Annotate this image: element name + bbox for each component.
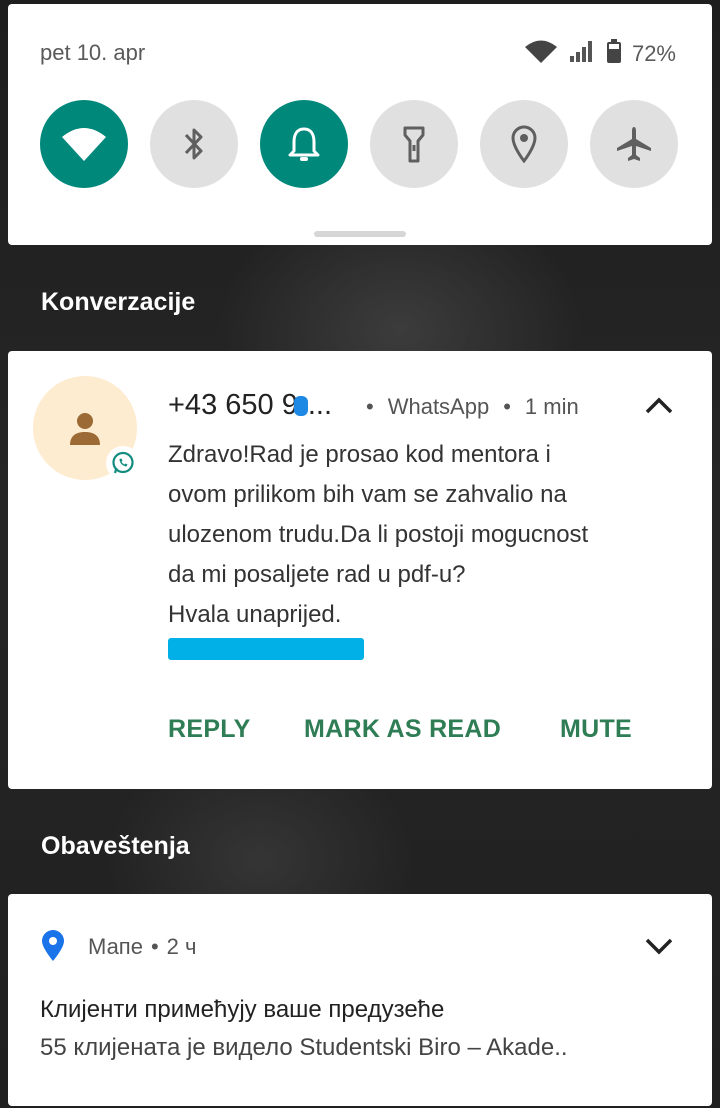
flashlight-icon: [403, 126, 425, 163]
cell-signal-icon: [568, 38, 596, 70]
notification-header: Мапе • 2 ч: [88, 934, 196, 960]
notification-text: 55 клијената је видело Studentski Biro –…: [40, 1034, 568, 1061]
date-label: pet 10. apr: [40, 40, 146, 65]
status-icons: × 72%: [524, 38, 676, 70]
expand-handle[interactable]: [314, 231, 406, 237]
timestamp: 1 min: [524, 394, 579, 419]
whatsapp-conversation-notification[interactable]: +43 650 9... • WhatsApp • 1 min Zdravo!R…: [8, 351, 712, 789]
separator-dot: •: [503, 394, 511, 419]
notification-title: Клијенти примећују ваше предузеће: [40, 996, 445, 1023]
expand-button[interactable]: [644, 936, 674, 961]
notifications-heading: Obaveštenja: [41, 832, 190, 860]
app-name: WhatsApp: [387, 394, 490, 419]
airplane-tile[interactable]: [590, 100, 678, 188]
separator-dot: •: [150, 934, 159, 959]
message-text: Zdravo!Rad je prosao kod mentora i ovom …: [168, 441, 589, 628]
quick-settings-panel: pet 10. apr × 72%: [8, 4, 712, 245]
redaction-mark: [293, 396, 308, 416]
collapse-button[interactable]: [644, 395, 674, 420]
battery-icon: [606, 38, 622, 70]
separator-dot: •: [366, 394, 374, 419]
bell-icon: [288, 127, 320, 161]
mark-as-read-button[interactable]: MARK AS READ: [304, 715, 501, 744]
whatsapp-badge: [106, 446, 140, 480]
sound-tile[interactable]: [260, 100, 348, 188]
wifi-tile[interactable]: [40, 100, 128, 188]
whatsapp-icon: [112, 451, 134, 474]
maps-pin-icon: [40, 930, 66, 967]
bluetooth-tile[interactable]: [150, 100, 238, 188]
mute-button[interactable]: MUTE: [560, 715, 632, 744]
chevron-down-icon: [645, 938, 673, 955]
reply-button[interactable]: REPLY: [168, 715, 251, 744]
person-icon: [70, 413, 100, 445]
svg-text:×: ×: [546, 54, 551, 64]
app-name: Мапе: [88, 934, 143, 959]
timestamp: 2 ч: [166, 934, 197, 959]
battery-percent: 72%: [631, 41, 676, 66]
redacted-signature: [168, 638, 364, 660]
bluetooth-icon: [184, 128, 203, 160]
sender-name: +43 650 9...: [168, 389, 332, 421]
conversations-heading: Konverzacije: [41, 288, 196, 316]
airplane-icon: [617, 127, 651, 161]
flashlight-tile[interactable]: [370, 100, 458, 188]
wifi-signal-icon: ×: [524, 38, 558, 70]
location-tile[interactable]: [480, 100, 568, 188]
chevron-up-icon: [645, 397, 673, 414]
maps-notification[interactable]: Мапе • 2 ч Клијенти примећују ваше преду…: [8, 894, 712, 1106]
notification-header: +43 650 9... • WhatsApp • 1 min: [168, 389, 579, 422]
location-icon: [511, 125, 537, 164]
wifi-icon: [62, 128, 106, 161]
